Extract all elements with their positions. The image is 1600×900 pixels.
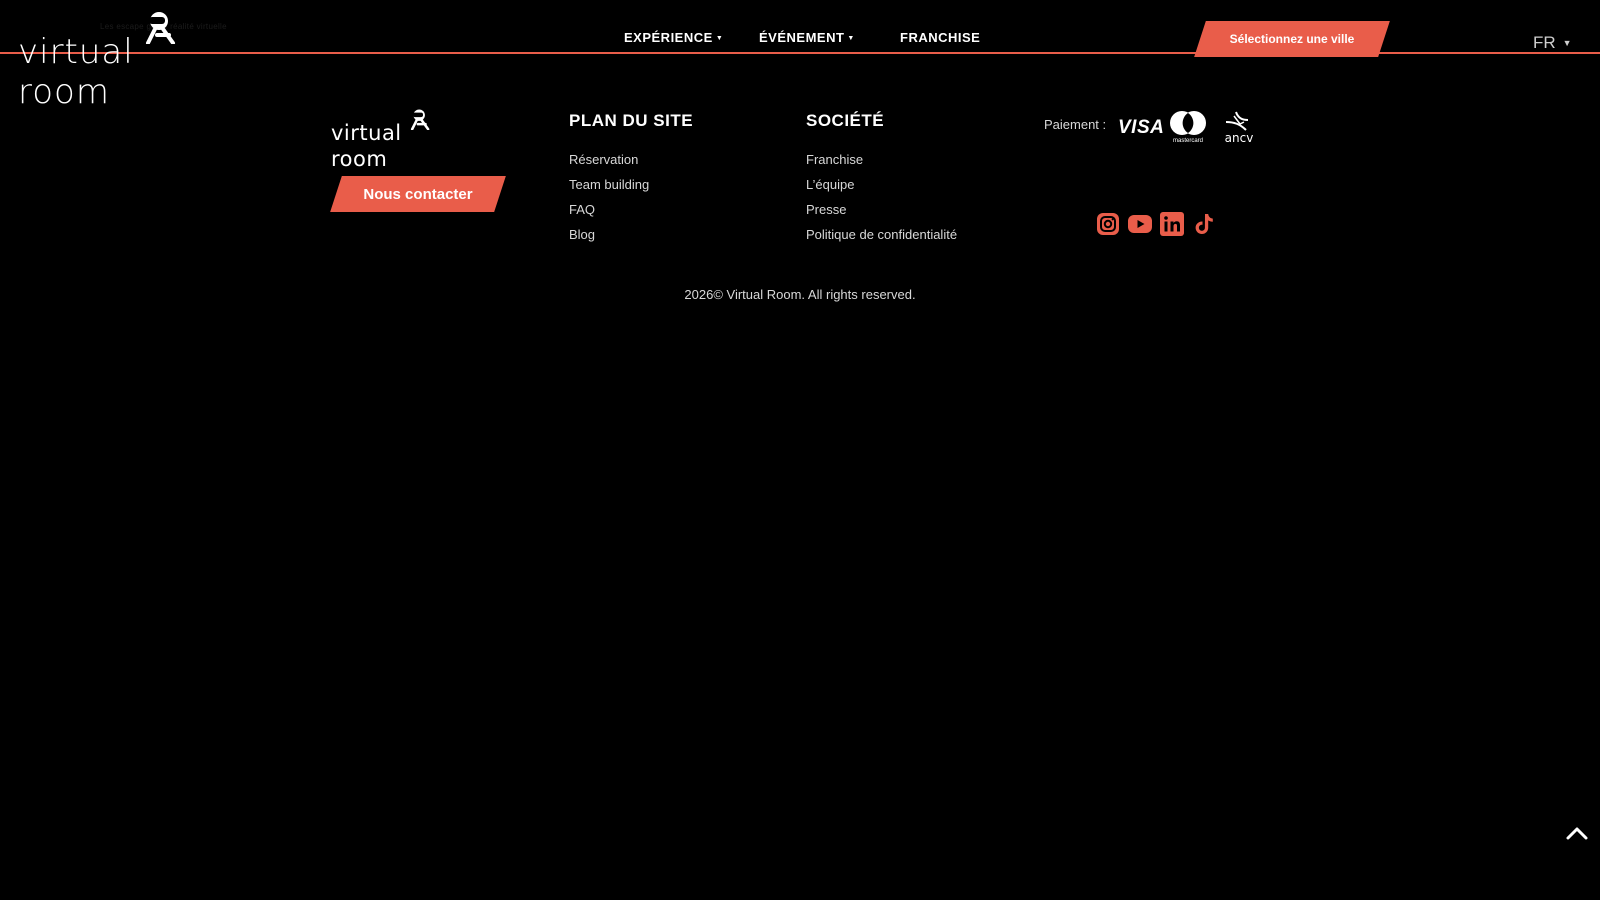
nav-franchise-label: FRANCHISE bbox=[900, 30, 981, 45]
nav-evenement-label: ÉVÉNEMENT bbox=[759, 30, 845, 45]
sitemap-title: PLAN DU SITE bbox=[569, 111, 694, 130]
youtube-icon[interactable] bbox=[1128, 212, 1152, 236]
logo-wordmark: virtual room bbox=[18, 32, 134, 112]
contact-button[interactable]: Nous contacter bbox=[336, 176, 500, 212]
language-selector[interactable]: FR ▼ bbox=[1533, 33, 1572, 53]
copyright-text: 2026© Virtual Room. All rights reserved. bbox=[684, 287, 916, 302]
link-team-building[interactable]: Team building bbox=[569, 172, 649, 197]
payment-label: Paiement : bbox=[1044, 117, 1107, 132]
tiktok-icon[interactable] bbox=[1192, 212, 1216, 236]
company-links: Franchise L’équipe Presse Politique de c… bbox=[806, 147, 957, 247]
link-blog[interactable]: Blog bbox=[569, 222, 649, 247]
header-logo[interactable]: virtual room bbox=[18, 10, 223, 112]
visa-logo: VISA bbox=[1118, 117, 1165, 138]
link-franchise[interactable]: Franchise bbox=[806, 147, 957, 172]
linkedin-icon[interactable] bbox=[1160, 212, 1184, 236]
svg-text:mastercard: mastercard bbox=[1173, 138, 1203, 144]
nav-experience-label: EXPÉRIENCE bbox=[624, 30, 713, 45]
select-city-label: Sélectionnez une ville bbox=[1229, 32, 1355, 46]
mastercard-logo: mastercard bbox=[1170, 111, 1206, 144]
scroll-to-top-icon[interactable] bbox=[1565, 823, 1589, 841]
company-title: SOCIÉTÉ bbox=[806, 111, 885, 130]
caret-down-icon: ▼ bbox=[847, 35, 855, 42]
footer-logo-wordmark: virtual room bbox=[331, 121, 402, 171]
nav-experience[interactable]: EXPÉRIENCE ▼ bbox=[624, 30, 723, 45]
link-faq[interactable]: FAQ bbox=[569, 197, 649, 222]
nav-evenement[interactable]: ÉVÉNEMENT ▼ bbox=[759, 30, 855, 45]
select-city-button[interactable]: Sélectionnez une ville bbox=[1200, 21, 1384, 57]
language-label: FR bbox=[1533, 33, 1556, 52]
triangle-down-icon: ▼ bbox=[1562, 38, 1572, 48]
link-reservation[interactable]: Réservation bbox=[569, 147, 649, 172]
sitemap-links: Réservation Team building FAQ Blog bbox=[569, 147, 649, 247]
link-equipe[interactable]: L’équipe bbox=[806, 172, 957, 197]
ancv-logo: ancv bbox=[1225, 111, 1254, 144]
svg-text:ancv: ancv bbox=[1225, 131, 1254, 144]
instagram-icon[interactable] bbox=[1096, 212, 1120, 236]
site-header: Les escape game réalité virtuelle virtua… bbox=[0, 0, 1600, 112]
nav-franchise[interactable]: FRANCHISE bbox=[900, 30, 980, 45]
link-presse[interactable]: Presse bbox=[806, 197, 957, 222]
footer-logo[interactable]: virtual room bbox=[331, 108, 461, 171]
contact-button-label: Nous contacter bbox=[363, 185, 473, 203]
caret-down-icon: ▼ bbox=[715, 35, 724, 42]
link-privacy-policy[interactable]: Politique de confidentialité bbox=[806, 222, 957, 247]
